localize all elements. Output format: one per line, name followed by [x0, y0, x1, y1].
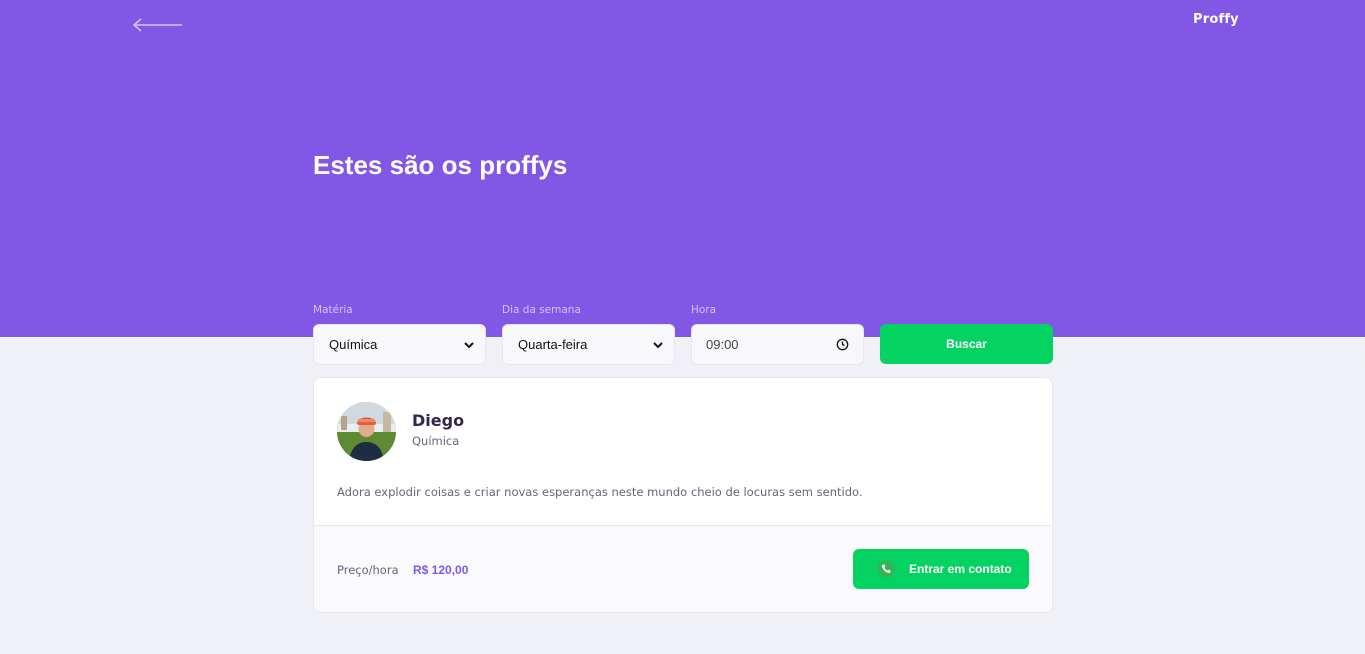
logo: Proffy: [1193, 12, 1239, 27]
teacher-subject: Química: [412, 434, 460, 448]
contact-button-label: Entrar em contato: [909, 562, 1012, 576]
price-label: Preço/hora: [337, 563, 399, 577]
time-label: Hora: [691, 304, 717, 316]
chevron-down-icon: [653, 341, 663, 348]
avatar: [337, 402, 396, 461]
weekday-label: Dia da semana: [502, 304, 581, 316]
card-footer: Preço/hora R$ 120,00 Entrar em contato: [314, 525, 1052, 612]
back-button[interactable]: [128, 12, 188, 38]
subject-select[interactable]: Química: [313, 324, 486, 365]
whatsapp-icon: [877, 560, 895, 578]
teacher-name: Diego: [412, 411, 465, 430]
teacher-bio: Adora explodir coisas e criar novas espe…: [337, 485, 863, 499]
time-input-value: 09:00: [706, 337, 739, 352]
chevron-down-icon: [464, 341, 474, 348]
teacher-card: Diego Química Adora explodir coisas e cr…: [313, 377, 1053, 613]
clock-icon[interactable]: [836, 338, 849, 351]
page-header: Proffy Estes são os proffys Matéria Dia …: [0, 0, 1365, 337]
weekday-select-value: Quarta-feira: [518, 337, 588, 352]
subject-select-value: Química: [329, 337, 378, 352]
search-button[interactable]: Buscar: [880, 324, 1053, 364]
time-input[interactable]: 09:00: [691, 324, 864, 365]
arrow-left-icon: [132, 18, 182, 32]
contact-button[interactable]: Entrar em contato: [853, 549, 1029, 589]
page-title: Estes são os proffys: [313, 150, 568, 180]
price-value: R$ 120,00: [413, 563, 469, 577]
weekday-select[interactable]: Quarta-feira: [502, 324, 675, 365]
subject-label: Matéria: [313, 304, 353, 316]
